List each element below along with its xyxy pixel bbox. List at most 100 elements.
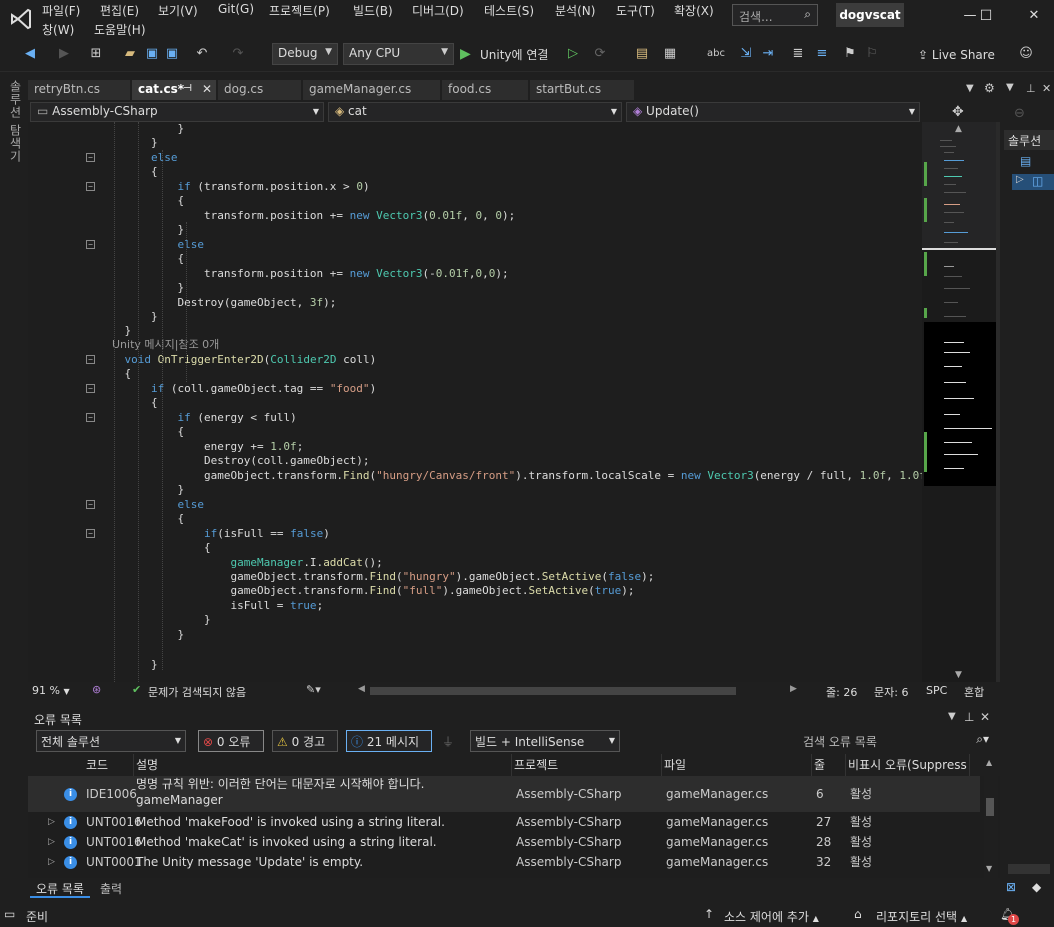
menu-item[interactable]: 디버그(D) [412, 2, 464, 19]
save-icon[interactable]: ▣ [142, 44, 162, 64]
split-editor-icon[interactable]: ✥ [952, 104, 964, 120]
start-without-debug-icon[interactable]: ▷ [568, 46, 578, 61]
menu-item[interactable]: 확장(X) [674, 2, 714, 19]
tab-file[interactable]: food.cs [442, 80, 528, 100]
messages-filter-button[interactable]: ⓘ 21 메시지 [346, 730, 432, 752]
repository-button[interactable]: 리포지토리 선택 ▲ [876, 908, 967, 925]
filter-icon[interactable]: ⏚ [442, 733, 454, 750]
fold-toggle-icon[interactable]: − [86, 529, 95, 538]
line-ending-indicator[interactable]: 혼합 [964, 684, 984, 700]
live-share-button[interactable]: ⇪ Live Share [918, 48, 995, 62]
build-filter-dropdown[interactable]: 빌드 + IntelliSense ▼ [470, 730, 620, 752]
column-code[interactable]: 코드 [84, 754, 134, 776]
run-button[interactable]: Unity에 연결 [480, 46, 548, 63]
menu-item[interactable]: 편집(E) [100, 2, 139, 19]
column-indicator[interactable]: 문자: 6 [874, 684, 908, 700]
git-icon[interactable]: ◆ [1032, 880, 1041, 894]
play-icon[interactable]: ▶ [460, 46, 471, 62]
zoom-dropdown[interactable]: 91 % ▼ [32, 684, 70, 697]
panel-horizontal-scrollbar[interactable] [1008, 864, 1050, 874]
errors-filter-button[interactable]: ⊗ 0 오류 [198, 730, 264, 752]
hot-reload-icon[interactable]: ⟳ [590, 44, 610, 64]
menu-item[interactable]: 도움말(H) [94, 21, 146, 38]
member-dropdown[interactable]: ◈ Update() ▼ [626, 102, 920, 122]
pin-icon[interactable]: ⊥ [1026, 82, 1036, 95]
pin-icon[interactable]: ⊥ [964, 710, 974, 724]
pin-icon[interactable]: ⊣ [183, 83, 192, 94]
search-input[interactable]: 검색... ⌕ [732, 4, 818, 26]
panel-menu-icon[interactable]: ▼ [1006, 82, 1014, 93]
table-row[interactable]: i IDE1006 명명 규칙 위반: 이러한 단어는 대문자로 시작해야 합니다.… [28, 776, 980, 812]
scroll-down-icon[interactable]: ▼ [955, 670, 962, 680]
expand-arrow-icon[interactable]: ▷ [1016, 174, 1024, 185]
settings-gear-icon[interactable]: ⚙ [984, 81, 995, 95]
tab-file[interactable]: gameManager.cs [303, 80, 440, 100]
comment-icon[interactable]: ≣ [788, 44, 808, 64]
step-icon[interactable]: ⇲ [736, 44, 756, 64]
config-dropdown[interactable]: Debug ▼ [272, 43, 338, 65]
table-row[interactable]: ▷ i UNT0016 Method 'makeFood' is invoked us… [28, 812, 980, 832]
tab-output[interactable]: 출력 [96, 878, 126, 898]
fold-toggle-icon[interactable]: − [86, 413, 95, 422]
tab-file[interactable]: retryBtn.cs [28, 80, 130, 100]
column-suppression[interactable]: 비표시 오류(Suppress [846, 754, 970, 776]
solution-explorer-tab[interactable]: 솔루션 탐색기 [7, 80, 24, 163]
fold-toggle-icon[interactable]: − [86, 500, 95, 509]
cleanup-brush-icon[interactable]: ✎▾ [306, 683, 321, 696]
table-row[interactable]: ▷ i UNT0016 Method 'makeCat' is invoked usi… [28, 832, 980, 852]
feedback-icon[interactable]: ☺ [1016, 44, 1036, 64]
maximize-button[interactable]: ☐ [976, 6, 996, 26]
scroll-down-icon[interactable]: ▼ [986, 864, 992, 873]
open-folder-icon[interactable]: ▰ [120, 44, 140, 64]
bookmark-next-icon[interactable]: ⚐ [862, 44, 882, 64]
output-icon[interactable]: ⊠ [1006, 880, 1016, 894]
tab-file[interactable]: dog.cs [218, 80, 301, 100]
fold-toggle-icon[interactable]: − [86, 182, 95, 191]
warnings-filter-button[interactable]: ⚠ 0 경고 [272, 730, 338, 752]
menu-item[interactable]: Git(G) [218, 2, 254, 16]
horizontal-scrollbar[interactable] [370, 687, 736, 695]
class-dropdown[interactable]: ◈ cat ▼ [328, 102, 622, 122]
forward-icon[interactable]: ▶ [54, 44, 74, 64]
solution-tab[interactable]: 솔루션 [1004, 130, 1054, 150]
fold-toggle-icon[interactable]: − [86, 355, 95, 364]
tab-overflow-icon[interactable]: ▼ [966, 83, 974, 94]
spellcheck-icon[interactable]: abc [706, 44, 726, 64]
tab-file[interactable]: cat.cs* ⊣ ✕ [132, 80, 216, 100]
error-search-input[interactable]: 검색 오류 목록 ⌕▾ [798, 730, 994, 752]
close-panel-icon[interactable]: ✕ [980, 710, 990, 724]
scope-dropdown[interactable]: 전체 솔루션 ▼ [36, 730, 186, 752]
menu-item[interactable]: 분석(N) [555, 2, 595, 19]
panel-menu-icon[interactable]: ▼ [948, 711, 956, 722]
menu-item[interactable]: 도구(T) [616, 2, 655, 19]
editor-vertical-scrollbar[interactable] [996, 122, 1000, 682]
expand-arrow-icon[interactable]: ▷ [48, 852, 55, 872]
issues-status[interactable]: 문제가 검색되지 않음 [148, 684, 246, 700]
scroll-left-icon[interactable]: ◀ [358, 684, 365, 694]
source-control-button[interactable]: 소스 제어에 추가 ▲ [724, 908, 819, 925]
menu-item[interactable]: 창(W) [42, 21, 74, 38]
tab-error-list[interactable]: 오류 목록 [30, 878, 90, 898]
tab-file[interactable]: startBut.cs [530, 80, 634, 100]
fold-toggle-icon[interactable]: − [86, 153, 95, 162]
column-file[interactable]: 파일 [662, 754, 812, 776]
scroll-up-icon[interactable]: ▲ [955, 124, 962, 134]
back-icon[interactable]: ⊖ [1014, 106, 1025, 121]
expand-arrow-icon[interactable]: ▷ [48, 812, 55, 832]
layout-icon[interactable]: ▦ [660, 44, 680, 64]
whitespace-indicator[interactable]: SPC [926, 684, 947, 697]
platform-dropdown[interactable]: Any CPU ▼ [343, 43, 454, 65]
table-row[interactable]: ▷ i UNT0001 The Unity message 'Update' is e… [28, 852, 980, 872]
minimap[interactable] [922, 122, 996, 682]
redo-icon[interactable]: ↷ [228, 44, 248, 64]
menu-item[interactable]: 파일(F) [42, 2, 80, 19]
back-icon[interactable]: ◀ [20, 44, 40, 64]
scroll-up-icon[interactable]: ▲ [986, 758, 992, 767]
menu-item[interactable]: 빌드(B) [353, 2, 393, 19]
line-indicator[interactable]: 줄: 26 [826, 684, 857, 700]
menu-item[interactable]: 프로젝트(P) [269, 2, 330, 19]
solution-explorer-icon[interactable]: ▤ [632, 44, 652, 64]
column-project[interactable]: 프로젝트 [512, 754, 662, 776]
close-tab-icon[interactable]: ✕ [202, 82, 212, 96]
menu-item[interactable]: 테스트(S) [484, 2, 534, 19]
